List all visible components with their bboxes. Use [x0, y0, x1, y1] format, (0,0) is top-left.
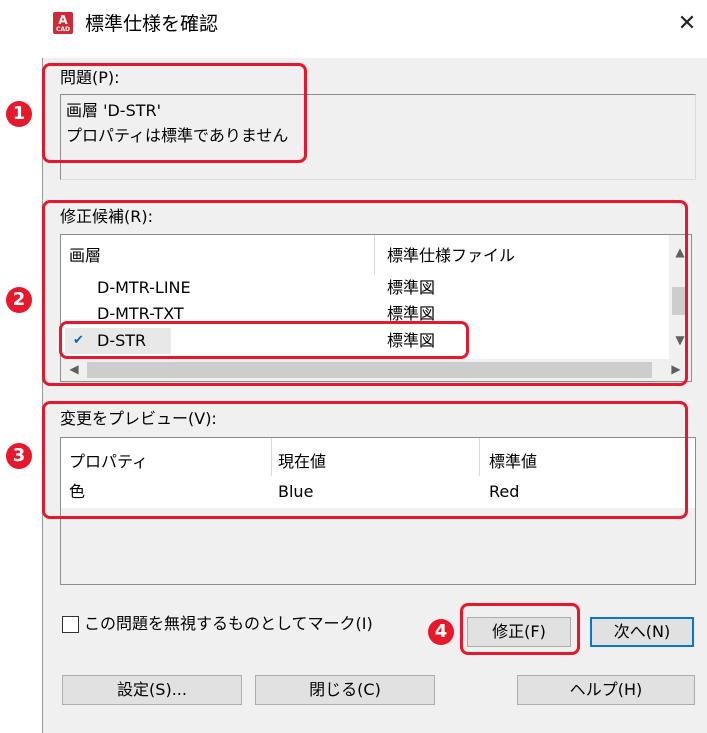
settings-button[interactable]: 設定(S)...: [62, 675, 242, 705]
annotation-box-selected-row: [59, 321, 469, 359]
annotation-badge-1: 1: [6, 101, 32, 127]
app-icon: A CAD: [53, 12, 73, 34]
annotation-badge-4: 4: [428, 619, 454, 645]
close-icon[interactable]: ✕: [672, 10, 702, 40]
help-button[interactable]: ヘルプ(H): [517, 675, 695, 705]
close-button[interactable]: 閉じる(C): [255, 675, 435, 705]
annotation-badge-3: 3: [6, 443, 32, 469]
annotation-box-1: [42, 63, 307, 163]
next-button[interactable]: 次へ(N): [590, 617, 694, 647]
annotation-box-4: [460, 603, 580, 655]
window-title: 標準仕様を確認: [85, 13, 219, 35]
annotation-box-3: [42, 401, 688, 519]
ignore-checkbox[interactable]: [62, 616, 79, 633]
annotation-badge-2: 2: [6, 287, 32, 313]
ignore-checkbox-label[interactable]: この問題を無視するものとしてマーク(I): [84, 614, 373, 634]
